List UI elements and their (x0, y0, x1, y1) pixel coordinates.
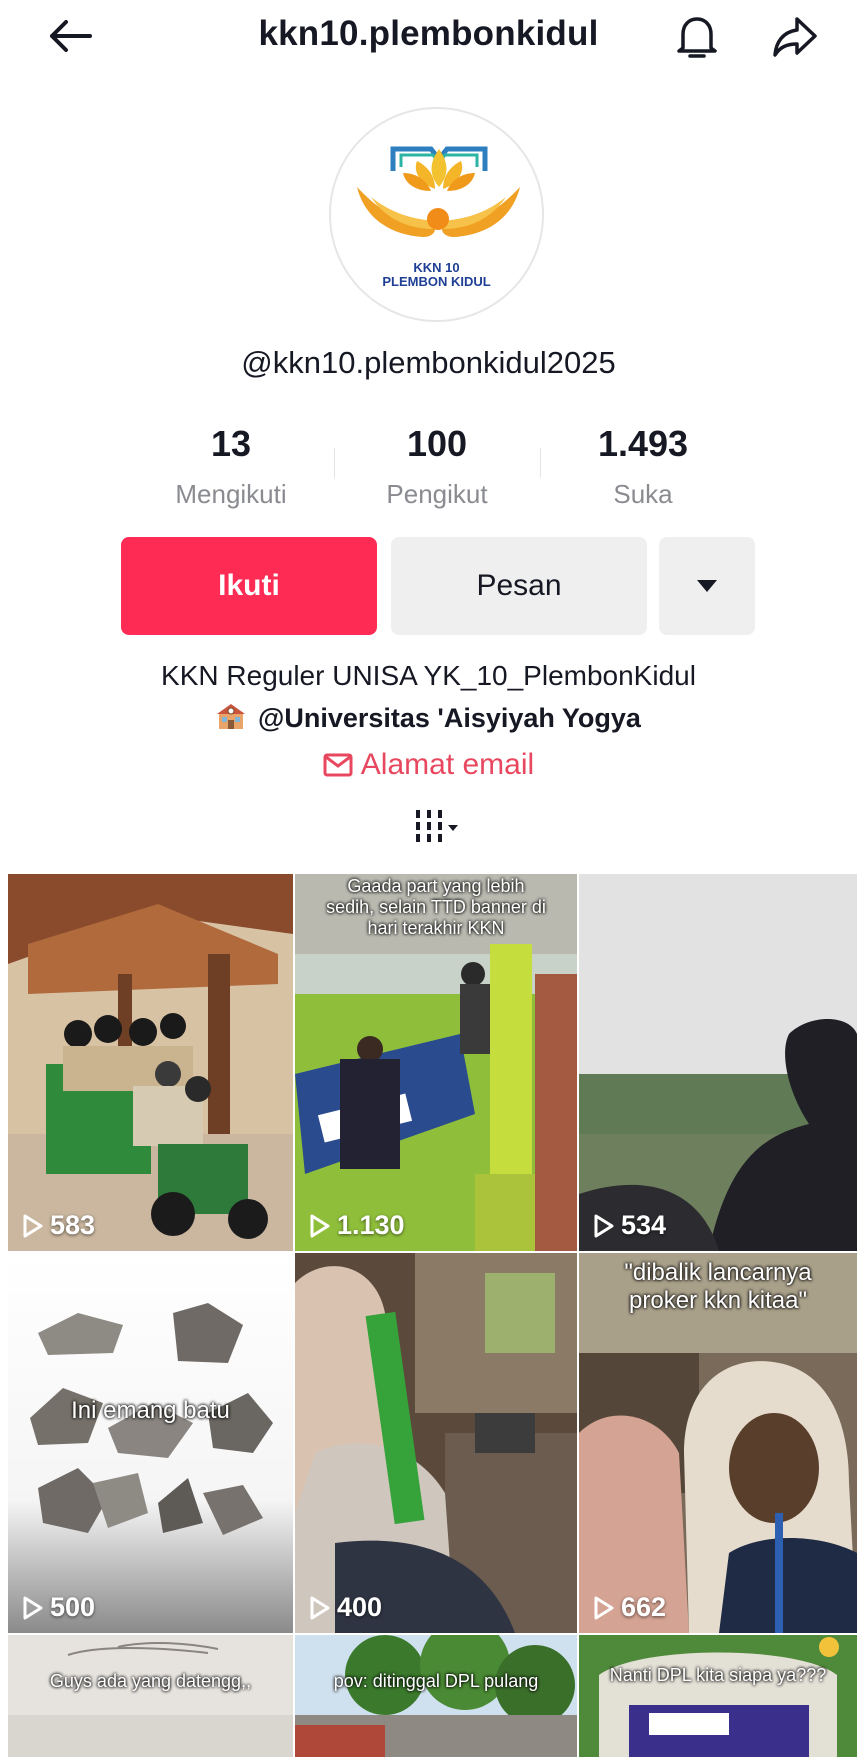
thumbnail-image (8, 1253, 293, 1633)
video-thumbnail[interactable]: 534 (579, 874, 857, 1251)
sort-filter-button[interactable] (412, 808, 462, 846)
play-icon (594, 1596, 614, 1619)
view-count-text: 1.130 (337, 1210, 405, 1240)
view-count: 400 (309, 1592, 382, 1623)
stat-followers[interactable]: 100 Pengikut (337, 423, 537, 510)
play-icon (310, 1596, 330, 1619)
likes-label: Suka (613, 479, 673, 509)
play-icon (23, 1596, 43, 1619)
stat-following[interactable]: 13 Mengikuti (131, 423, 331, 510)
video-thumbnail[interactable]: Guys ada yang datengg,, (8, 1635, 293, 1757)
bell-icon (677, 17, 717, 58)
video-thumbnail[interactable]: Ini emang batu 500 (8, 1253, 293, 1633)
video-caption: Guys ada yang datengg,, (49, 1671, 252, 1691)
following-label: Mengikuti (175, 479, 287, 509)
logo-text-line2: PLEMBON KIDUL (382, 274, 491, 289)
view-count-text: 400 (337, 1592, 383, 1622)
thumbnail-image (579, 1635, 857, 1757)
video-caption: "dibalik lancarnya proker kkn kitaa" (624, 1259, 812, 1314)
thumbnail-image (8, 1635, 293, 1757)
video-thumbnail[interactable]: pov: ditinggal DPL pulang (295, 1635, 577, 1757)
following-count: 13 (210, 423, 252, 464)
message-button[interactable]: Pesan (391, 537, 647, 635)
view-count: 583 (22, 1210, 95, 1241)
play-icon (23, 1214, 43, 1237)
stat-divider (540, 448, 541, 478)
email-link[interactable]: Alamat email (0, 748, 857, 782)
more-options-button[interactable] (659, 537, 755, 635)
view-count: 662 (593, 1592, 666, 1623)
thumbnail-image (295, 1253, 577, 1633)
caret-down-icon (697, 580, 717, 592)
video-caption: Nanti DPL kita siapa ya??? (609, 1665, 827, 1685)
followers-label: Pengikut (386, 479, 488, 509)
thumbnail-image (8, 874, 293, 1251)
stat-likes[interactable]: 1.493 Suka (543, 423, 743, 510)
view-count: 534 (593, 1210, 666, 1241)
video-grid: 583 Gaada part yang lebih sedih, selain … (8, 874, 857, 1757)
play-icon (594, 1214, 614, 1237)
video-thumbnail[interactable]: Gaada part yang lebih sedih, selain TTD … (295, 874, 577, 1251)
view-count-text: 534 (621, 1210, 667, 1240)
view-count-text: 583 (50, 1210, 96, 1240)
share-button[interactable] (770, 12, 820, 62)
video-thumbnail[interactable]: 400 (295, 1253, 577, 1633)
view-count: 500 (22, 1592, 95, 1623)
play-icon (310, 1214, 330, 1237)
video-thumbnail[interactable]: Nanti DPL kita siapa ya??? (579, 1635, 857, 1757)
likes-count: 1.493 (597, 423, 689, 464)
page-title: kkn10.plembonkidul (258, 14, 599, 53)
notification-button[interactable] (672, 12, 722, 62)
video-caption: Ini emang batu (71, 1397, 230, 1424)
username: @kkn10.plembonkidul2025 (241, 345, 616, 380)
follow-button[interactable]: Ikuti (121, 537, 377, 635)
envelope-icon (323, 753, 353, 777)
school-link-text: @Universitas 'Aisyiyah Yogya (258, 703, 641, 733)
kkn-logo-icon (357, 146, 520, 237)
view-count-text: 500 (50, 1592, 96, 1622)
stat-divider (334, 448, 335, 478)
logo-text-line1: KKN 10 (413, 260, 460, 275)
video-caption: pov: ditinggal DPL pulang (333, 1671, 539, 1691)
video-caption: Gaada part yang lebih sedih, selain TTD … (326, 876, 546, 938)
share-arrow-icon (773, 17, 817, 57)
view-count-text: 662 (621, 1592, 667, 1622)
profile-avatar[interactable]: KKN 10 PLEMBON KIDUL (329, 107, 544, 322)
view-count: 1.130 (309, 1210, 405, 1241)
thumbnail-image (579, 874, 857, 1251)
bio-text: KKN Reguler UNISA YK_10_PlembonKidul (161, 660, 696, 691)
sort-bars-icon (416, 810, 458, 842)
thumbnail-image (295, 1635, 577, 1757)
school-icon (217, 704, 246, 729)
email-label: Alamat email (360, 748, 535, 781)
followers-count: 100 (406, 423, 468, 464)
top-bar: kkn10.plembonkidul (0, 0, 857, 72)
bio-school-link[interactable]: @Universitas 'Aisyiyah Yogya (0, 701, 857, 734)
video-thumbnail[interactable]: 583 (8, 874, 293, 1251)
video-thumbnail[interactable]: "dibalik lancarnya proker kkn kitaa" 662 (579, 1253, 857, 1633)
